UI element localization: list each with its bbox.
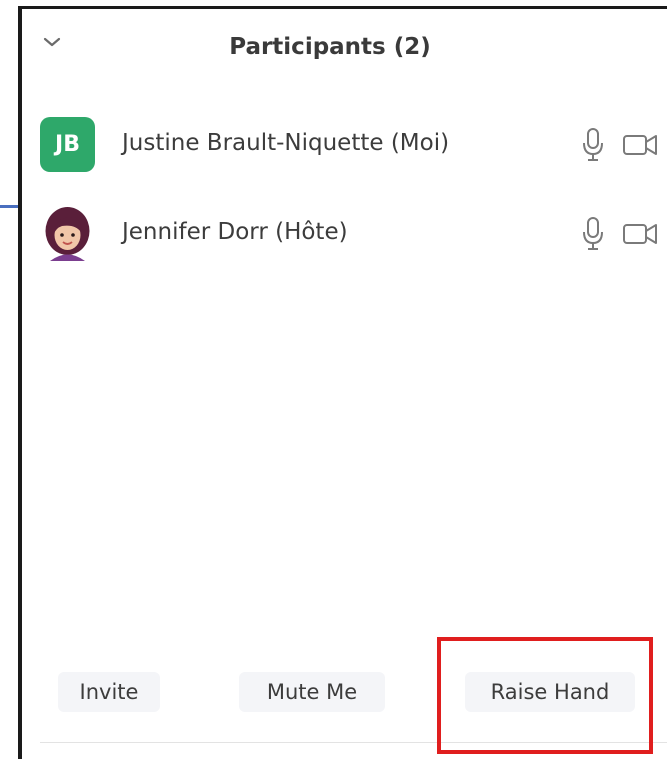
participant-name: Justine Brault-Niquette (Moi) [122,130,450,156]
participant-row[interactable]: Jennifer Dorr (Hôte) [40,206,657,266]
collapse-button[interactable] [40,30,64,54]
participant-name: Jennifer Dorr (Hôte) [122,219,348,245]
connector-line [0,205,20,208]
microphone-icon[interactable] [580,127,606,163]
panel-title: Participants (2) [229,34,431,60]
raise-hand-button[interactable]: Raise Hand [465,672,635,712]
microphone-icon[interactable] [580,216,606,252]
chevron-down-icon [43,37,61,47]
footer-divider [40,742,667,743]
participant-row[interactable]: JB Justine Brault-Niquette (Moi) [40,117,657,177]
avatar: JB [40,117,95,172]
video-camera-icon[interactable] [622,222,662,248]
avatar [40,206,95,261]
invite-button[interactable]: Invite [58,672,160,712]
mute-me-button[interactable]: Mute Me [239,672,385,712]
video-camera-icon[interactable] [622,133,662,159]
screenshot-stage: Participants (2) JB Justine Brault-Nique… [0,0,667,759]
